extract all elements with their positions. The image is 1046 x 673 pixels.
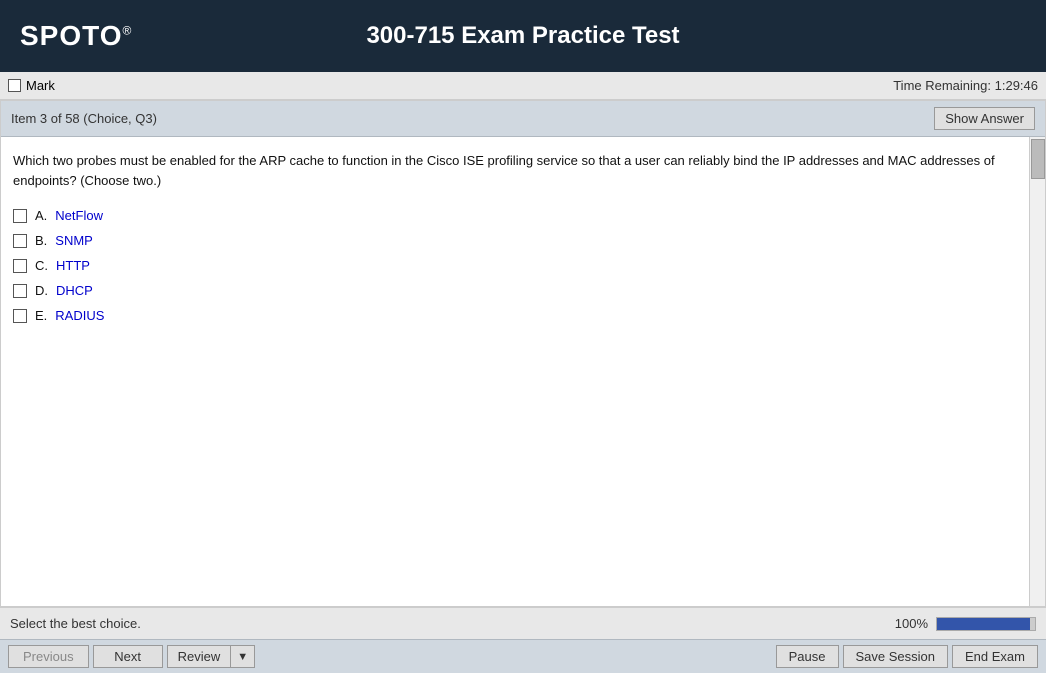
logo: SPOTO® [20,20,132,52]
option-item[interactable]: A. NetFlow [13,208,1033,223]
logo-text: SPOTO [20,20,123,51]
progress-bar-fill [937,618,1030,630]
mark-label[interactable]: Mark [8,78,55,93]
end-exam-button[interactable]: End Exam [952,645,1038,668]
option-letter: C. [35,258,48,273]
review-button-group: Review ▼ [167,645,256,668]
scrollbar-thumb[interactable] [1031,139,1045,179]
option-letter: E. [35,308,47,323]
option-checkbox-e[interactable] [13,309,27,323]
question-meta: Item 3 of 58 (Choice, Q3) [11,111,157,126]
question-body: Which two probes must be enabled for the… [1,137,1045,606]
mark-checkbox[interactable] [8,79,21,92]
time-remaining: Time Remaining: 1:29:46 [893,78,1038,93]
option-checkbox-a[interactable] [13,209,27,223]
option-item[interactable]: D. DHCP [13,283,1033,298]
content-area: Item 3 of 58 (Choice, Q3) Show Answer Wh… [0,100,1046,607]
option-item[interactable]: B. SNMP [13,233,1033,248]
option-text: RADIUS [55,308,104,323]
scrollbar-track[interactable] [1029,137,1045,606]
progress-bar-container [936,617,1036,631]
option-text: DHCP [56,283,93,298]
page-title: 300-715 Exam Practice Test [366,22,679,50]
options-list: A. NetFlow B. SNMP C. HTTP D. DHCP E. RADIUS [13,208,1033,323]
logo-sup: ® [123,24,133,38]
previous-button[interactable]: Previous [8,645,89,668]
progress-area: 100% [895,616,1036,631]
option-checkbox-c[interactable] [13,259,27,273]
save-session-button[interactable]: Save Session [843,645,949,668]
option-letter: D. [35,283,48,298]
question-text: Which two probes must be enabled for the… [13,151,1033,190]
option-text: HTTP [56,258,90,273]
question-header: Item 3 of 58 (Choice, Q3) Show Answer [1,101,1045,137]
option-letter: A. [35,208,47,223]
option-text: SNMP [55,233,93,248]
show-answer-button[interactable]: Show Answer [934,107,1035,130]
footer-nav: Previous Next Review ▼ Pause Save Sessio… [0,639,1046,673]
time-label: Time Remaining: [893,78,991,93]
option-item[interactable]: C. HTTP [13,258,1033,273]
header: SPOTO® 300-715 Exam Practice Test [0,0,1046,72]
instruction-text: Select the best choice. [10,616,141,631]
option-text: NetFlow [55,208,103,223]
time-value: 1:29:46 [995,78,1038,93]
next-button[interactable]: Next [93,645,163,668]
review-dropdown-arrow[interactable]: ▼ [230,645,255,668]
mark-bar: Mark Time Remaining: 1:29:46 [0,72,1046,100]
option-item[interactable]: E. RADIUS [13,308,1033,323]
option-letter: B. [35,233,47,248]
progress-percent: 100% [895,616,928,631]
option-checkbox-d[interactable] [13,284,27,298]
instruction-bar: Select the best choice. 100% [0,607,1046,639]
mark-text: Mark [26,78,55,93]
footer-right: Pause Save Session End Exam [776,645,1038,668]
footer-left: Previous Next Review ▼ [8,645,255,668]
pause-button[interactable]: Pause [776,645,839,668]
review-button[interactable]: Review [167,645,231,668]
option-checkbox-b[interactable] [13,234,27,248]
